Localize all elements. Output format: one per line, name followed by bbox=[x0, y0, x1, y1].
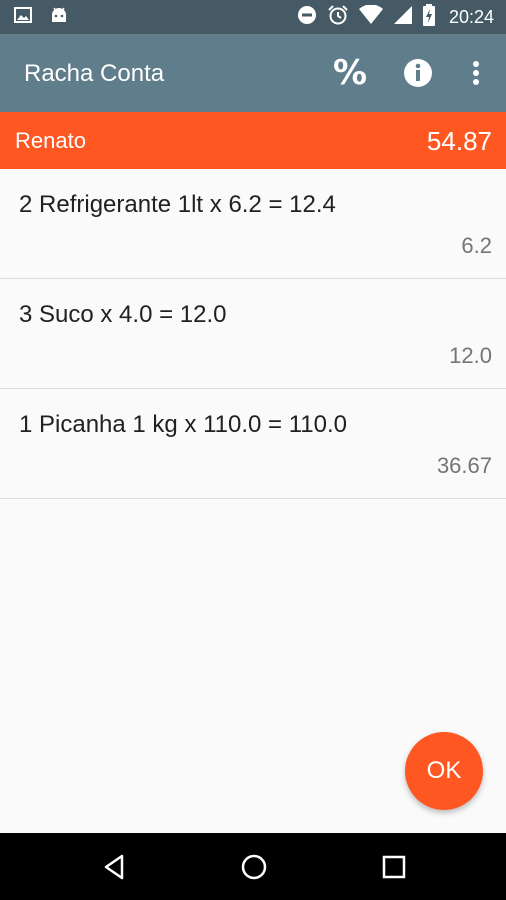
signal-icon bbox=[393, 5, 413, 29]
app-title: Racha Conta bbox=[24, 60, 165, 87]
app-bar: Racha Conta % bbox=[0, 34, 506, 112]
percent-icon[interactable]: % bbox=[328, 34, 372, 112]
status-time: 20:24 bbox=[448, 6, 494, 27]
ok-button[interactable]: OK bbox=[405, 732, 483, 810]
battery-charging-icon bbox=[422, 4, 435, 30]
wifi-icon bbox=[358, 4, 383, 29]
item-share: 6.2 bbox=[461, 233, 492, 258]
android-icon bbox=[50, 6, 68, 28]
list-item[interactable]: 1 Picanha 1 kg x 110.0 = 110.0 36.67 bbox=[0, 389, 506, 499]
home-icon[interactable] bbox=[224, 833, 284, 900]
item-description: 1 Picanha 1 kg x 110.0 = 110.0 bbox=[19, 411, 348, 438]
item-description: 2 Refrigerante 1lt x 6.2 = 12.4 bbox=[19, 191, 336, 218]
item-share: 12.0 bbox=[449, 343, 492, 368]
person-header: Renato 54.87 bbox=[0, 112, 506, 169]
do-not-disturb-icon bbox=[297, 5, 317, 29]
info-icon[interactable] bbox=[396, 34, 440, 112]
list-item[interactable]: 2 Refrigerante 1lt x 6.2 = 12.4 6.2 bbox=[0, 169, 506, 279]
navigation-bar bbox=[0, 833, 506, 900]
list-item[interactable]: 3 Suco x 4.0 = 12.0 12.0 bbox=[0, 279, 506, 389]
person-name: Renato bbox=[15, 128, 86, 153]
status-bar: 20:24 bbox=[0, 0, 506, 34]
image-icon bbox=[14, 7, 32, 27]
alarm-icon bbox=[327, 4, 349, 30]
item-share: 36.67 bbox=[436, 453, 492, 478]
person-total: 54.87 bbox=[426, 126, 492, 156]
item-list: 2 Refrigerante 1lt x 6.2 = 12.4 6.2 3 Su… bbox=[0, 169, 506, 499]
back-icon[interactable] bbox=[84, 833, 144, 900]
item-description: 3 Suco x 4.0 = 12.0 bbox=[19, 301, 227, 328]
more-vert-icon[interactable] bbox=[458, 34, 494, 112]
recents-icon[interactable] bbox=[364, 833, 424, 900]
